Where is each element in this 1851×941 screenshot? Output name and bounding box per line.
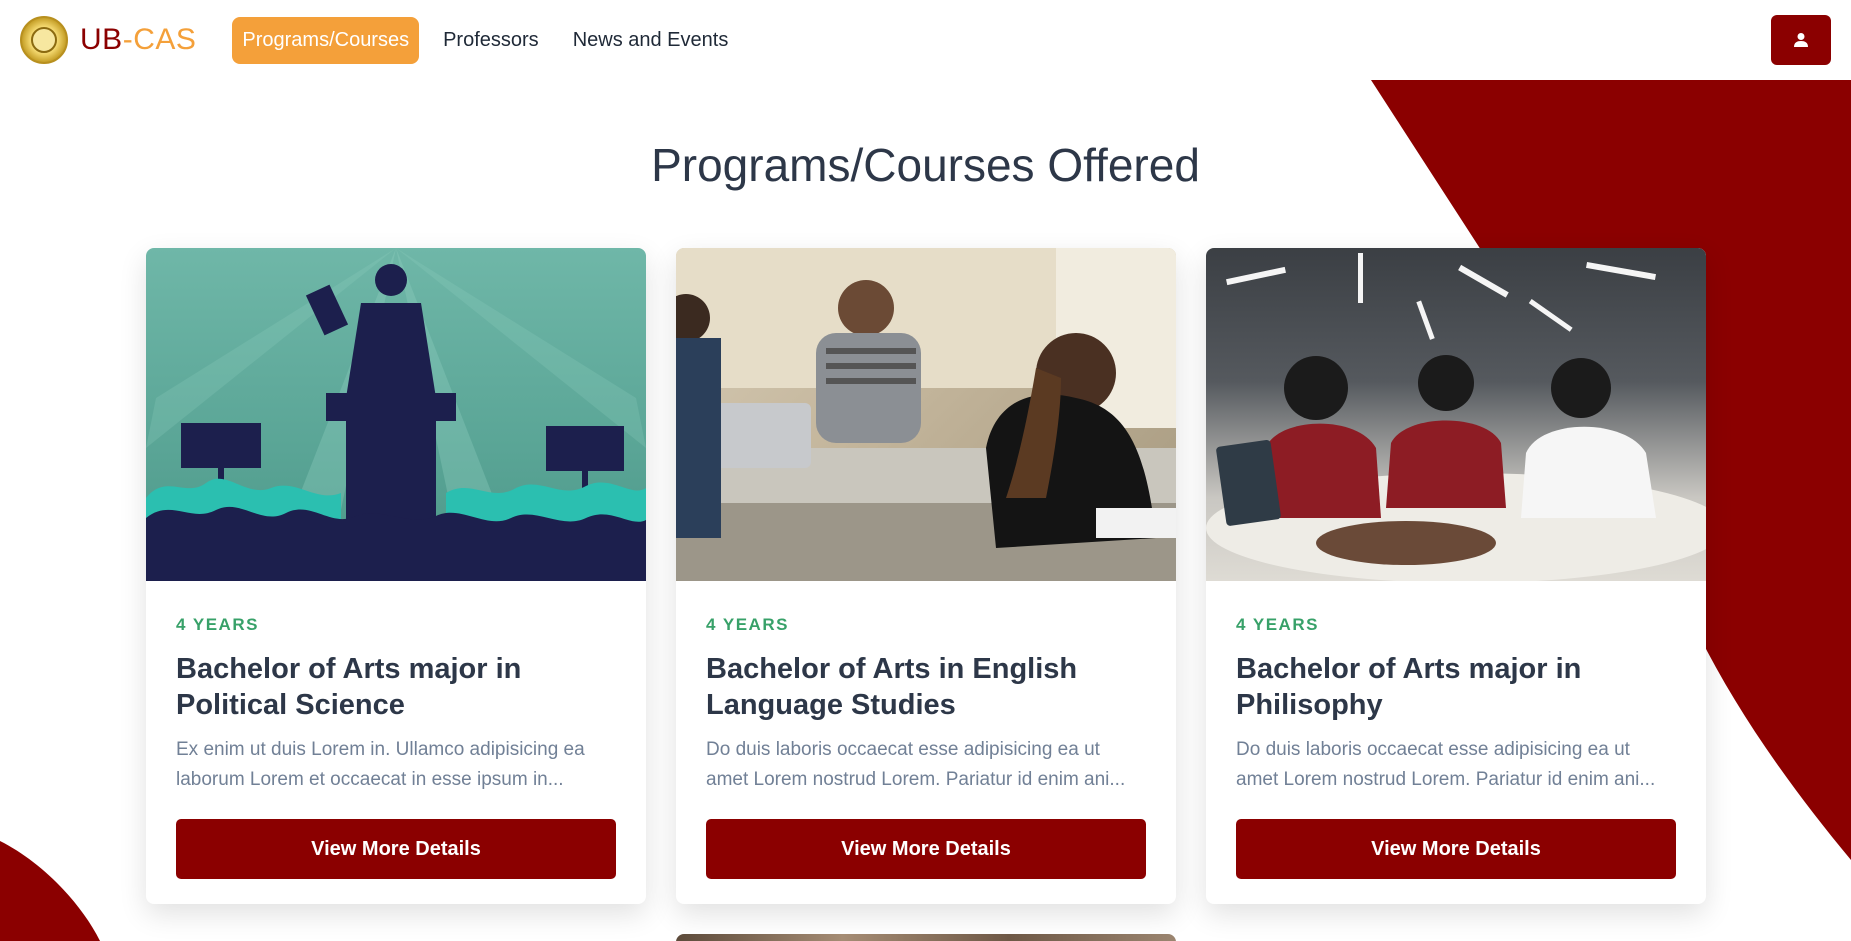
nav-item-programs-courses[interactable]: Programs/Courses [232, 16, 420, 64]
view-more-details-button[interactable]: View More Details [706, 819, 1146, 879]
decorative-shape-left [0, 841, 100, 941]
program-description: Do duis laboris occaecat esse adipisicin… [706, 739, 1126, 790]
view-more-details-button[interactable]: View More Details [176, 819, 616, 879]
program-title: Bachelor of Arts major in Political Scie… [176, 653, 522, 721]
brand-name: UB-CAS [80, 23, 196, 57]
view-more-details-button[interactable]: View More Details [1236, 819, 1676, 879]
program-duration: 4 YEARS [176, 615, 259, 634]
university-seal-icon [20, 16, 68, 64]
top-navbar: UB-CAS Programs/Courses Professors News … [0, 0, 1851, 80]
program-title: Bachelor of Arts major in Philisophy [1236, 653, 1582, 721]
program-duration: 4 YEARS [706, 615, 789, 634]
program-image-political-science [146, 248, 646, 581]
nav-item-professors[interactable]: Professors [433, 17, 549, 64]
brand-ub: UB [80, 23, 123, 56]
program-image-philosophy [1206, 248, 1706, 581]
nav-links: Programs/Courses Professors News and Eve… [232, 16, 739, 64]
program-image-english-language [676, 248, 1176, 581]
program-card: 4 YEARS Bachelor of Arts major in Politi… [146, 248, 646, 904]
program-title: Bachelor of Arts in English Language Stu… [706, 653, 1078, 721]
nav-item-news-and-events[interactable]: News and Events [563, 17, 739, 64]
program-card: 4 YEARS Bachelor of Arts in English Lang… [676, 248, 1176, 904]
program-description: Do duis laboris occaecat esse adipisicin… [1236, 739, 1656, 790]
program-card-next-partial [676, 934, 1176, 941]
user-icon [1794, 33, 1808, 47]
brand-dash: - [122, 23, 134, 56]
brand-cas: CAS [133, 23, 197, 56]
program-description: Ex enim ut duis Lorem in. Ullamco adipis… [176, 739, 585, 790]
brand[interactable]: UB-CAS [20, 16, 196, 64]
user-account-button[interactable] [1771, 15, 1831, 65]
program-duration: 4 YEARS [1236, 615, 1319, 634]
program-cards: 4 YEARS Bachelor of Arts major in Politi… [146, 248, 1706, 904]
page-title: Programs/Courses Offered [651, 139, 1200, 191]
program-card: 4 YEARS Bachelor of Arts major in Philis… [1206, 248, 1706, 904]
